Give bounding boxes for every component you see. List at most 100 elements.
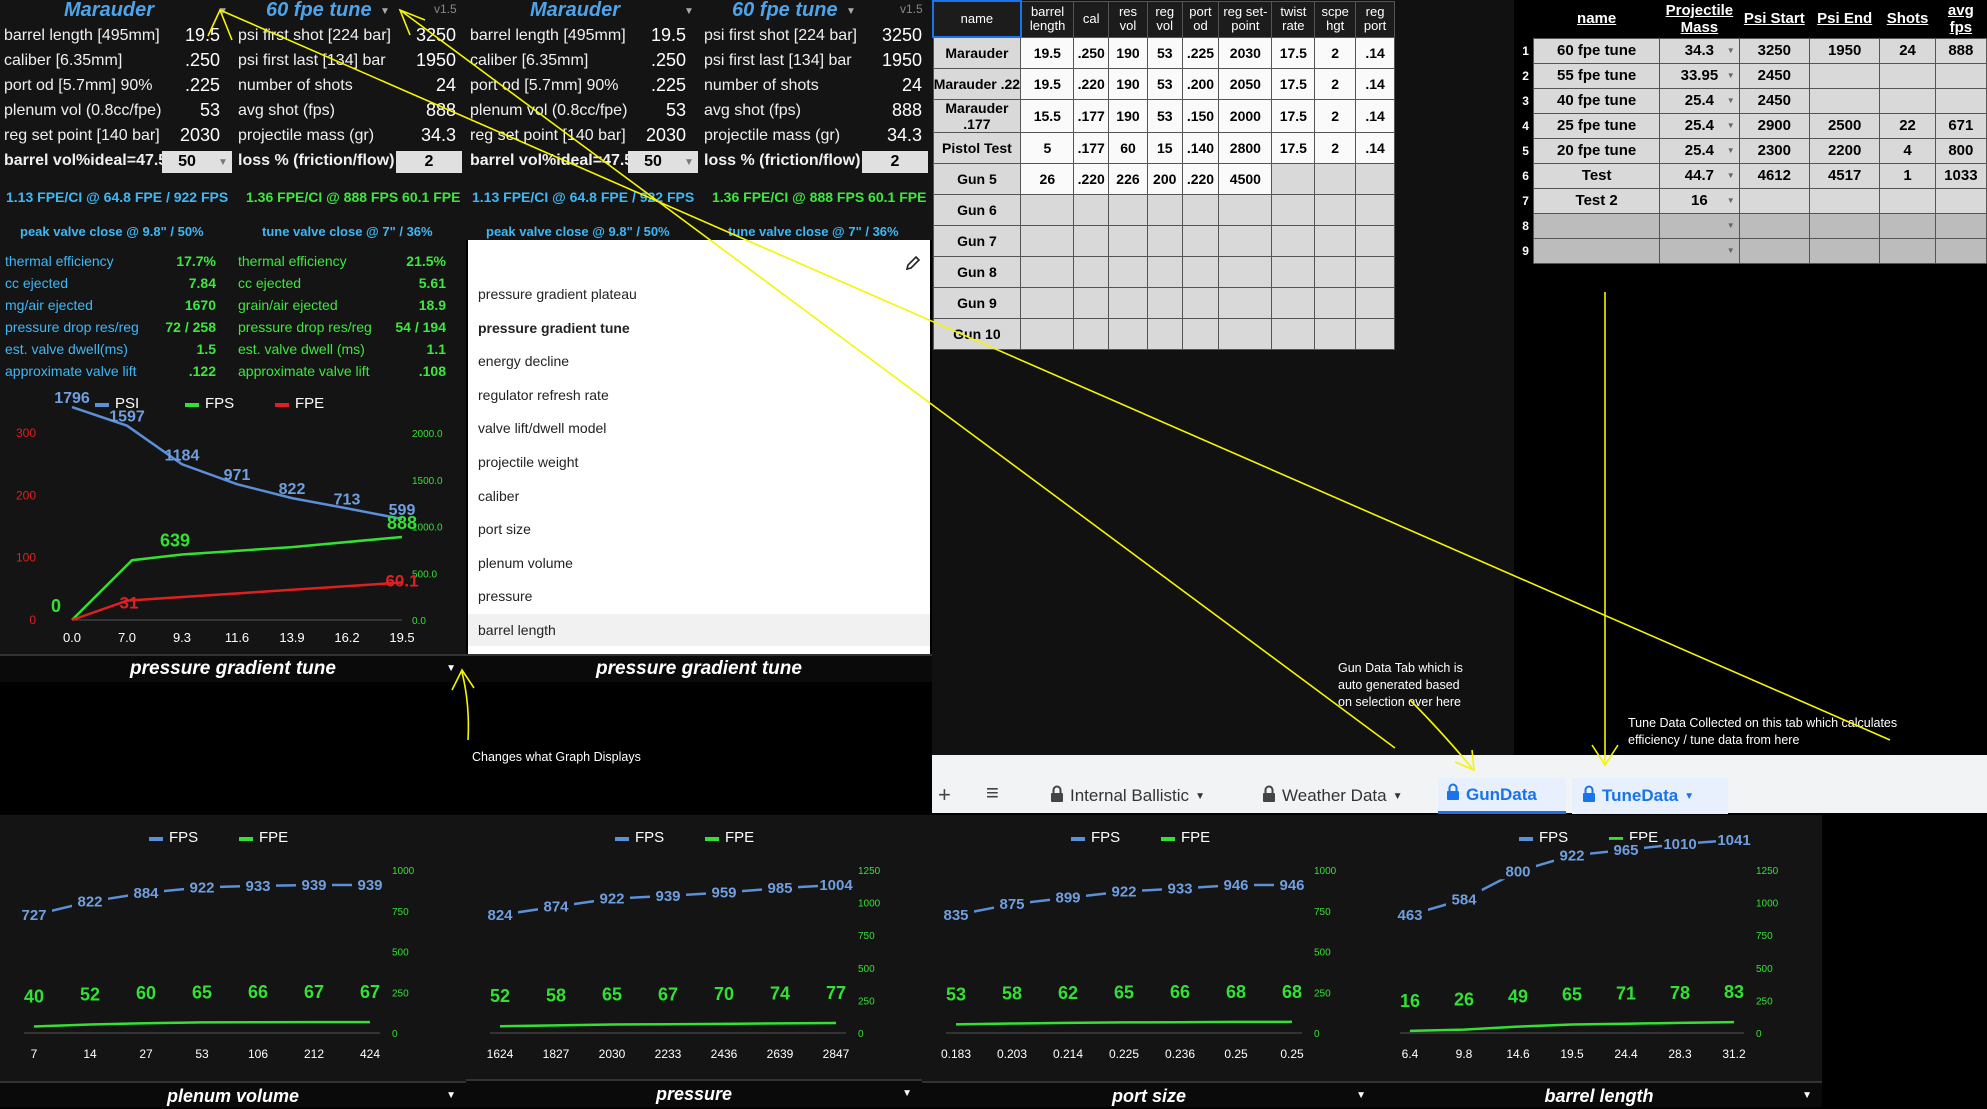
menu-item[interactable]: regulator refresh rate bbox=[478, 387, 609, 403]
loss-input[interactable]: 2 bbox=[396, 151, 462, 173]
column-header[interactable]: twist rate bbox=[1271, 0, 1316, 38]
tab-gundata[interactable]: GunData bbox=[1438, 778, 1566, 814]
table-cell[interactable]: 34.3 ▼ bbox=[1659, 37, 1740, 64]
table-cell[interactable]: 25.4 ▼ bbox=[1659, 87, 1740, 114]
table-cell[interactable]: 17.5 bbox=[1271, 67, 1316, 100]
table-cell[interactable]: .220 bbox=[1073, 162, 1110, 195]
table-cell[interactable]: .225 bbox=[1181, 36, 1220, 69]
table-cell[interactable] bbox=[1020, 286, 1075, 319]
table-cell[interactable] bbox=[1108, 286, 1148, 319]
table-cell[interactable] bbox=[1738, 212, 1810, 239]
table-cell[interactable] bbox=[1218, 224, 1273, 257]
table-cell[interactable]: 2 bbox=[1314, 131, 1357, 164]
tune-select[interactable]: 60 fpe tune bbox=[732, 0, 838, 22]
table-cell[interactable]: 19.5 bbox=[1020, 36, 1075, 69]
table-cell[interactable] bbox=[1108, 193, 1148, 226]
table-cell[interactable] bbox=[1108, 224, 1148, 257]
gun-name-cell[interactable]: Gun 5 bbox=[932, 162, 1022, 195]
table-cell[interactable]: 200 bbox=[1146, 162, 1183, 195]
table-cell[interactable]: 2 bbox=[1314, 67, 1357, 100]
chevron-down-icon[interactable]: ▼ bbox=[446, 1083, 456, 1109]
table-cell[interactable] bbox=[1314, 162, 1357, 195]
table-cell[interactable]: 2030 bbox=[1218, 36, 1273, 69]
table-cell[interactable] bbox=[1355, 224, 1395, 257]
table-cell[interactable] bbox=[1181, 224, 1220, 257]
table-cell[interactable] bbox=[1218, 255, 1273, 288]
chevron-down-icon[interactable]: ▼ bbox=[1727, 246, 1735, 255]
table-cell[interactable]: 53 bbox=[1146, 36, 1183, 69]
loss-input[interactable]: 2 bbox=[862, 151, 928, 173]
chevron-down-icon[interactable]: ▼ bbox=[1727, 146, 1735, 155]
menu-item[interactable]: projectile weight bbox=[478, 454, 578, 470]
table-cell[interactable]: 2000 bbox=[1218, 98, 1273, 133]
table-cell[interactable] bbox=[1146, 193, 1183, 226]
table-cell[interactable]: .177 bbox=[1073, 98, 1110, 133]
table-cell[interactable] bbox=[1808, 87, 1881, 114]
tune-name-cell[interactable]: Test 2 bbox=[1533, 187, 1661, 214]
table-cell[interactable] bbox=[1181, 255, 1220, 288]
chevron-down-icon[interactable]: ▼ bbox=[684, 157, 694, 168]
table-cell[interactable]: 2200 bbox=[1808, 137, 1881, 164]
gun-name-cell[interactable]: Marauder bbox=[932, 36, 1022, 69]
table-cell[interactable]: 3250 bbox=[1738, 37, 1810, 64]
tab-weather-data[interactable]: Weather Data ▼ bbox=[1262, 778, 1402, 814]
table-cell[interactable] bbox=[1181, 193, 1220, 226]
table-cell[interactable] bbox=[1808, 212, 1881, 239]
column-header[interactable]: Shots bbox=[1879, 0, 1936, 38]
add-sheet-icon[interactable]: + bbox=[938, 782, 951, 808]
table-cell[interactable]: 2450 bbox=[1738, 62, 1810, 89]
tune-select[interactable]: 60 fpe tune bbox=[266, 0, 372, 22]
table-cell[interactable]: 190 bbox=[1108, 98, 1148, 133]
table-cell[interactable]: 190 bbox=[1108, 67, 1148, 100]
tune-name-cell[interactable]: 40 fpe tune bbox=[1533, 87, 1661, 114]
tune-name-cell[interactable] bbox=[1533, 237, 1661, 264]
column-header[interactable]: barrel length bbox=[1020, 0, 1075, 38]
gun-name-cell[interactable]: Marauder .22 bbox=[932, 67, 1022, 100]
table-cell[interactable]: 2900 bbox=[1738, 112, 1810, 139]
table-cell[interactable]: 1033 bbox=[1934, 162, 1987, 189]
table-cell[interactable] bbox=[1146, 255, 1183, 288]
menu-item[interactable]: plenum volume bbox=[478, 555, 573, 571]
table-cell[interactable]: .250 bbox=[1073, 36, 1110, 69]
table-cell[interactable] bbox=[1218, 193, 1273, 226]
pencil-icon[interactable] bbox=[904, 254, 922, 272]
menu-item[interactable]: pressure gradient tune bbox=[478, 320, 630, 336]
gun-select-dropdown-icon[interactable]: ▼ bbox=[684, 6, 694, 17]
chevron-down-icon[interactable]: ▼ bbox=[1727, 96, 1735, 105]
table-cell[interactable] bbox=[1020, 224, 1075, 257]
table-cell[interactable] bbox=[1879, 87, 1936, 114]
chevron-down-icon[interactable]: ▼ bbox=[1727, 221, 1735, 230]
chevron-down-icon[interactable]: ▼ bbox=[1802, 1083, 1812, 1109]
gun-name-cell[interactable]: Gun 7 bbox=[932, 224, 1022, 257]
table-cell[interactable]: 2 bbox=[1314, 36, 1357, 69]
table-cell[interactable] bbox=[1355, 286, 1395, 319]
table-cell[interactable] bbox=[1314, 286, 1357, 319]
chart-footer-pressure[interactable]: pressure ▼ bbox=[466, 1079, 922, 1107]
table-cell[interactable] bbox=[1738, 237, 1810, 264]
table-cell[interactable] bbox=[1934, 212, 1987, 239]
gun-name-cell[interactable]: Pistol Test bbox=[932, 131, 1022, 164]
table-cell[interactable]: 26 bbox=[1020, 162, 1075, 195]
chevron-down-icon[interactable]: ▼ bbox=[1727, 171, 1735, 180]
table-cell[interactable]: 17.5 bbox=[1271, 36, 1316, 69]
table-cell[interactable]: .14 bbox=[1355, 36, 1395, 69]
table-cell[interactable] bbox=[1181, 317, 1220, 350]
table-cell[interactable] bbox=[1934, 62, 1987, 89]
table-cell[interactable] bbox=[1146, 317, 1183, 350]
table-cell[interactable]: 800 bbox=[1934, 137, 1987, 164]
all-sheets-menu-icon[interactable]: ≡ bbox=[986, 780, 999, 806]
gun-name-cell[interactable]: Gun 9 bbox=[932, 286, 1022, 319]
table-cell[interactable] bbox=[1314, 255, 1357, 288]
chevron-down-icon[interactable]: ▼ bbox=[1727, 46, 1735, 55]
caret-down-icon[interactable]: ▼ bbox=[1393, 791, 1403, 802]
chevron-down-icon[interactable]: ▼ bbox=[1727, 196, 1735, 205]
column-header[interactable]: port od bbox=[1181, 0, 1220, 38]
table-cell[interactable] bbox=[1355, 162, 1395, 195]
column-header[interactable]: Psi Start bbox=[1739, 0, 1810, 38]
table-cell[interactable] bbox=[1108, 317, 1148, 350]
table-cell[interactable]: 4517 bbox=[1808, 162, 1881, 189]
table-cell[interactable]: .14 bbox=[1355, 67, 1395, 100]
table-cell[interactable]: .200 bbox=[1181, 67, 1220, 100]
table-cell[interactable] bbox=[1355, 193, 1395, 226]
menu-item[interactable]: valve lift/dwell model bbox=[478, 420, 606, 436]
